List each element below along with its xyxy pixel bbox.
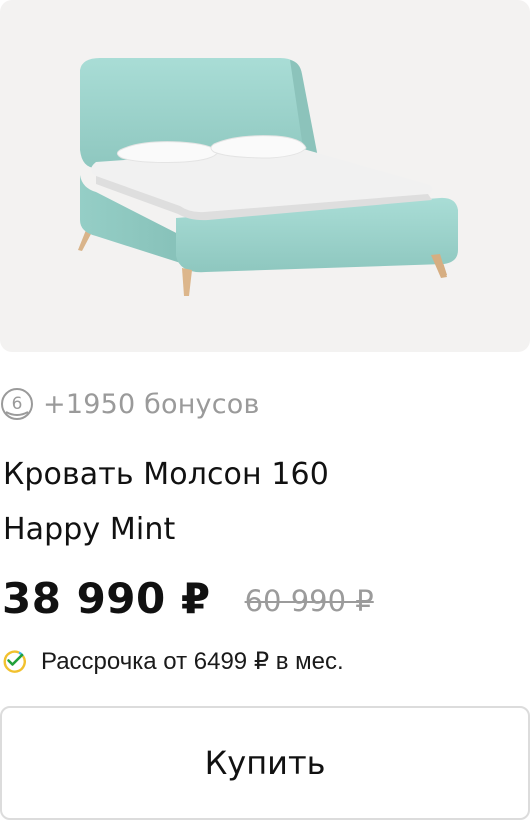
- product-title-line-2: Happy Mint: [3, 512, 176, 547]
- sber-check-icon: [2, 649, 26, 673]
- bonus-text: +1950 бонусов: [43, 388, 260, 420]
- bonus-row: 6 +1950 бонусов: [0, 381, 260, 427]
- current-price: 38 990 ₽: [2, 573, 211, 623]
- bonus-coin-icon: 6: [0, 387, 34, 421]
- product-image[interactable]: [0, 0, 530, 352]
- product-card: 6 +1950 бонусов Кровать Молсон 160 Happy…: [0, 0, 530, 820]
- old-price: 60 990 ₽: [244, 584, 374, 618]
- installment-row: Рассрочка от 6499 ₽ в мес.: [2, 643, 344, 679]
- product-title[interactable]: Кровать Молсон 160 Happy Mint: [3, 447, 503, 557]
- buy-button[interactable]: Купить: [0, 706, 530, 820]
- product-title-line-1: Кровать Молсон 160: [3, 457, 329, 492]
- price-row: 38 990 ₽ 60 990 ₽: [2, 568, 374, 628]
- bonus-icon-digit: 6: [12, 394, 23, 414]
- buy-button-label: Купить: [204, 744, 326, 782]
- installment-text: Рассрочка от 6499 ₽ в мес.: [41, 647, 344, 675]
- bed-illustration: [78, 58, 458, 296]
